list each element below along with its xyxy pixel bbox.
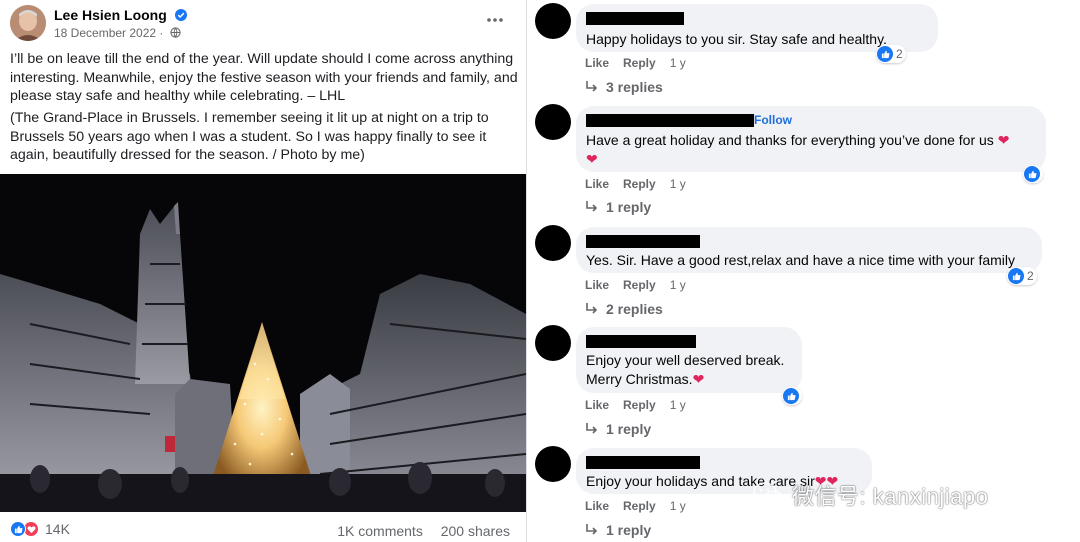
- reply-arrow-icon: [586, 303, 598, 314]
- more-options-icon[interactable]: [486, 11, 504, 29]
- commenter-avatar[interactable]: [535, 3, 571, 39]
- comment-text-line1: Enjoy your well deserved break.: [586, 352, 785, 368]
- comment-time[interactable]: 1 y: [670, 278, 686, 292]
- watermark-text: 微信号: kanxinjiapo: [792, 484, 989, 509]
- redacted-name: [586, 456, 700, 469]
- comment-reactions[interactable]: 2: [876, 45, 906, 63]
- reply-comment-button[interactable]: Reply: [623, 499, 656, 513]
- commenter-avatar[interactable]: [535, 225, 571, 261]
- reaction-count: 14K: [45, 521, 70, 537]
- comment-time[interactable]: 1 y: [670, 56, 686, 70]
- wechat-icon: [753, 482, 784, 508]
- comment-bubble: Yes. Sir. Have a good rest,relax and hav…: [576, 227, 1042, 273]
- like-reaction-icon: [1008, 268, 1024, 284]
- post-header: Lee Hsien Loong 18 December 2022 ·: [10, 5, 520, 45]
- reply-comment-button[interactable]: Reply: [623, 278, 656, 292]
- like-reaction-icon: [783, 388, 799, 404]
- reply-arrow-icon: [586, 201, 598, 212]
- author-avatar[interactable]: [10, 5, 46, 41]
- author-name[interactable]: Lee Hsien Loong: [54, 7, 167, 23]
- comments-panel: Happy holidays to you sir. Stay safe and…: [527, 0, 1080, 542]
- comment-text: Yes. Sir. Have a good rest,relax and hav…: [586, 252, 1016, 268]
- comment-time[interactable]: 1 y: [670, 177, 686, 191]
- commenter-avatar[interactable]: [535, 446, 571, 482]
- commenter-avatar[interactable]: [535, 325, 571, 361]
- replies-count: 3 replies: [606, 79, 663, 95]
- comment-reactions[interactable]: [1023, 165, 1043, 183]
- heart-emoji-icon: ❤: [586, 151, 598, 167]
- commenter-avatar[interactable]: [535, 104, 571, 140]
- comment-time[interactable]: 1 y: [670, 499, 686, 513]
- heart-emoji-icon: ❤: [692, 371, 705, 387]
- post-photo[interactable]: [0, 174, 526, 512]
- view-replies-link[interactable]: 2 replies: [585, 301, 663, 317]
- redacted-name: [586, 235, 700, 248]
- like-comment-button[interactable]: Like: [585, 278, 609, 292]
- post-text-main: I’ll be on leave till the end of the yea…: [10, 51, 518, 104]
- like-comment-button[interactable]: Like: [585, 499, 609, 513]
- comment-text: Have a great holiday and thanks for ever…: [586, 132, 994, 148]
- like-reaction-icon: [10, 521, 26, 537]
- follow-button[interactable]: Follow: [754, 113, 792, 127]
- redacted-name: [586, 335, 696, 348]
- view-replies-link[interactable]: 3 replies: [585, 79, 663, 95]
- replies-count: 1 reply: [606, 421, 652, 437]
- like-comment-button[interactable]: Like: [585, 56, 609, 70]
- redacted-name: [586, 114, 754, 127]
- reply-arrow-icon: [586, 423, 598, 434]
- facebook-post: Lee Hsien Loong 18 December 2022 · I’ll …: [0, 0, 526, 542]
- comment-reaction-count: 2: [896, 47, 903, 61]
- verified-badge-icon: [174, 9, 187, 21]
- comment-reactions[interactable]: [782, 387, 802, 405]
- comment-text-line2: Merry Christmas.: [586, 371, 693, 387]
- post-date[interactable]: 18 December 2022: [54, 26, 156, 40]
- view-replies-link[interactable]: 1 reply: [585, 199, 651, 215]
- like-reaction-icon: [877, 46, 893, 62]
- heart-emoji-icon: ❤: [997, 132, 1010, 148]
- reply-comment-button[interactable]: Reply: [623, 177, 656, 191]
- redacted-name: [586, 12, 684, 25]
- globe-icon: [170, 27, 181, 38]
- reply-arrow-icon: [586, 81, 598, 92]
- reaction-summary[interactable]: 14K: [10, 521, 70, 537]
- comment-bubble: Follow Have a great holiday and thanks f…: [576, 106, 1046, 172]
- post-footer: 14K 1K comments 200 shares: [0, 512, 526, 542]
- view-replies-link[interactable]: 1 reply: [585, 522, 651, 538]
- comments-count-link[interactable]: 1K comments: [337, 523, 423, 539]
- reply-comment-button[interactable]: Reply: [623, 56, 656, 70]
- view-replies-link[interactable]: 1 reply: [585, 421, 651, 437]
- comment-reactions[interactable]: 2: [1007, 267, 1037, 285]
- like-reaction-icon: [1024, 166, 1040, 182]
- shares-count-link[interactable]: 200 shares: [441, 523, 510, 539]
- like-comment-button[interactable]: Like: [585, 398, 609, 412]
- post-text-caption: (The Grand-Place in Brussels. I remember…: [10, 110, 489, 163]
- comment-reaction-count: 2: [1027, 269, 1034, 283]
- comment-bubble: Enjoy your well deserved break. Merry Ch…: [576, 327, 802, 393]
- comment-time[interactable]: 1 y: [670, 398, 686, 412]
- reply-comment-button[interactable]: Reply: [623, 398, 656, 412]
- like-comment-button[interactable]: Like: [585, 177, 609, 191]
- reply-arrow-icon: [586, 524, 598, 535]
- replies-count: 1 reply: [606, 522, 652, 538]
- replies-count: 2 replies: [606, 301, 663, 317]
- comment-text: Happy holidays to you sir. Stay safe and…: [586, 31, 887, 47]
- replies-count: 1 reply: [606, 199, 652, 215]
- wechat-watermark: 微信号: kanxinjiapo: [752, 478, 988, 512]
